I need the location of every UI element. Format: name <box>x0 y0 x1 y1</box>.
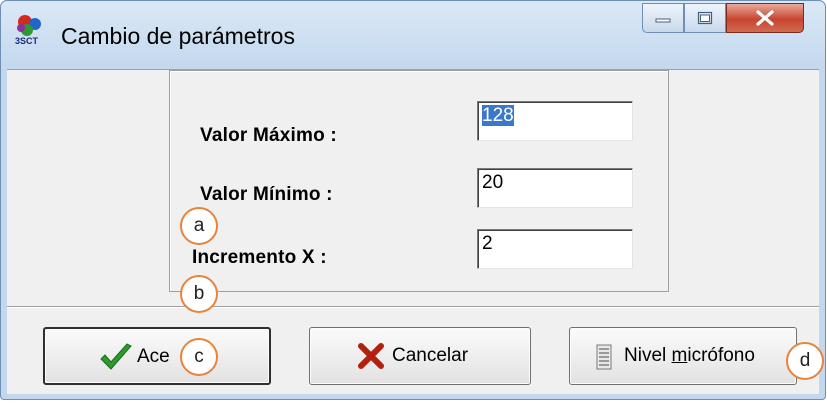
mic-level-button[interactable]: Nivel micrófono <box>569 327 797 385</box>
separator-line <box>7 306 819 308</box>
increment-x-input[interactable]: 2 <box>477 229 633 269</box>
accept-label: Ace <box>137 346 170 367</box>
mic-level-label: Nivel micrófono <box>624 345 755 366</box>
minimize-button[interactable] <box>642 3 684 33</box>
maximize-icon <box>697 11 713 25</box>
cancel-button[interactable]: Cancelar <box>309 327 531 385</box>
parameters-group: Valor Máximo : 128 Valor Mínimo : 20 Inc… <box>169 70 669 292</box>
window-title: Cambio de parámetros <box>61 23 295 49</box>
accept-button[interactable]: Ace <box>43 327 271 385</box>
min-value-label: Valor Mínimo : <box>200 184 333 205</box>
cancel-label: Cancelar <box>392 345 469 366</box>
dialog-body: Valor Máximo : 128 Valor Mínimo : 20 Inc… <box>7 69 819 394</box>
close-button[interactable] <box>726 3 804 33</box>
meter-icon <box>596 344 612 370</box>
app-icon: 3SCT <box>15 15 41 45</box>
min-value-input[interactable]: 20 <box>477 168 633 208</box>
maximize-button[interactable] <box>684 3 726 33</box>
checkmark-icon <box>100 343 132 370</box>
annotation-marker-b: b <box>180 275 218 313</box>
max-value-input[interactable]: 128 <box>477 101 633 141</box>
close-icon <box>756 10 774 26</box>
title-bar[interactable]: 3SCT Cambio de parámetros <box>1 1 825 69</box>
annotation-marker-d: d <box>786 342 824 380</box>
increment-x-label: Incremento X : <box>192 247 327 268</box>
dialog-window: 3SCT Cambio de parámetros Valor Máximo :… <box>0 0 826 400</box>
annotation-marker-a: a <box>180 207 218 245</box>
x-icon <box>358 343 384 369</box>
svg-text:3SCT: 3SCT <box>15 36 39 45</box>
annotation-marker-c: c <box>180 338 218 376</box>
max-value-label: Valor Máximo : <box>200 125 337 146</box>
minimize-icon <box>655 18 671 23</box>
